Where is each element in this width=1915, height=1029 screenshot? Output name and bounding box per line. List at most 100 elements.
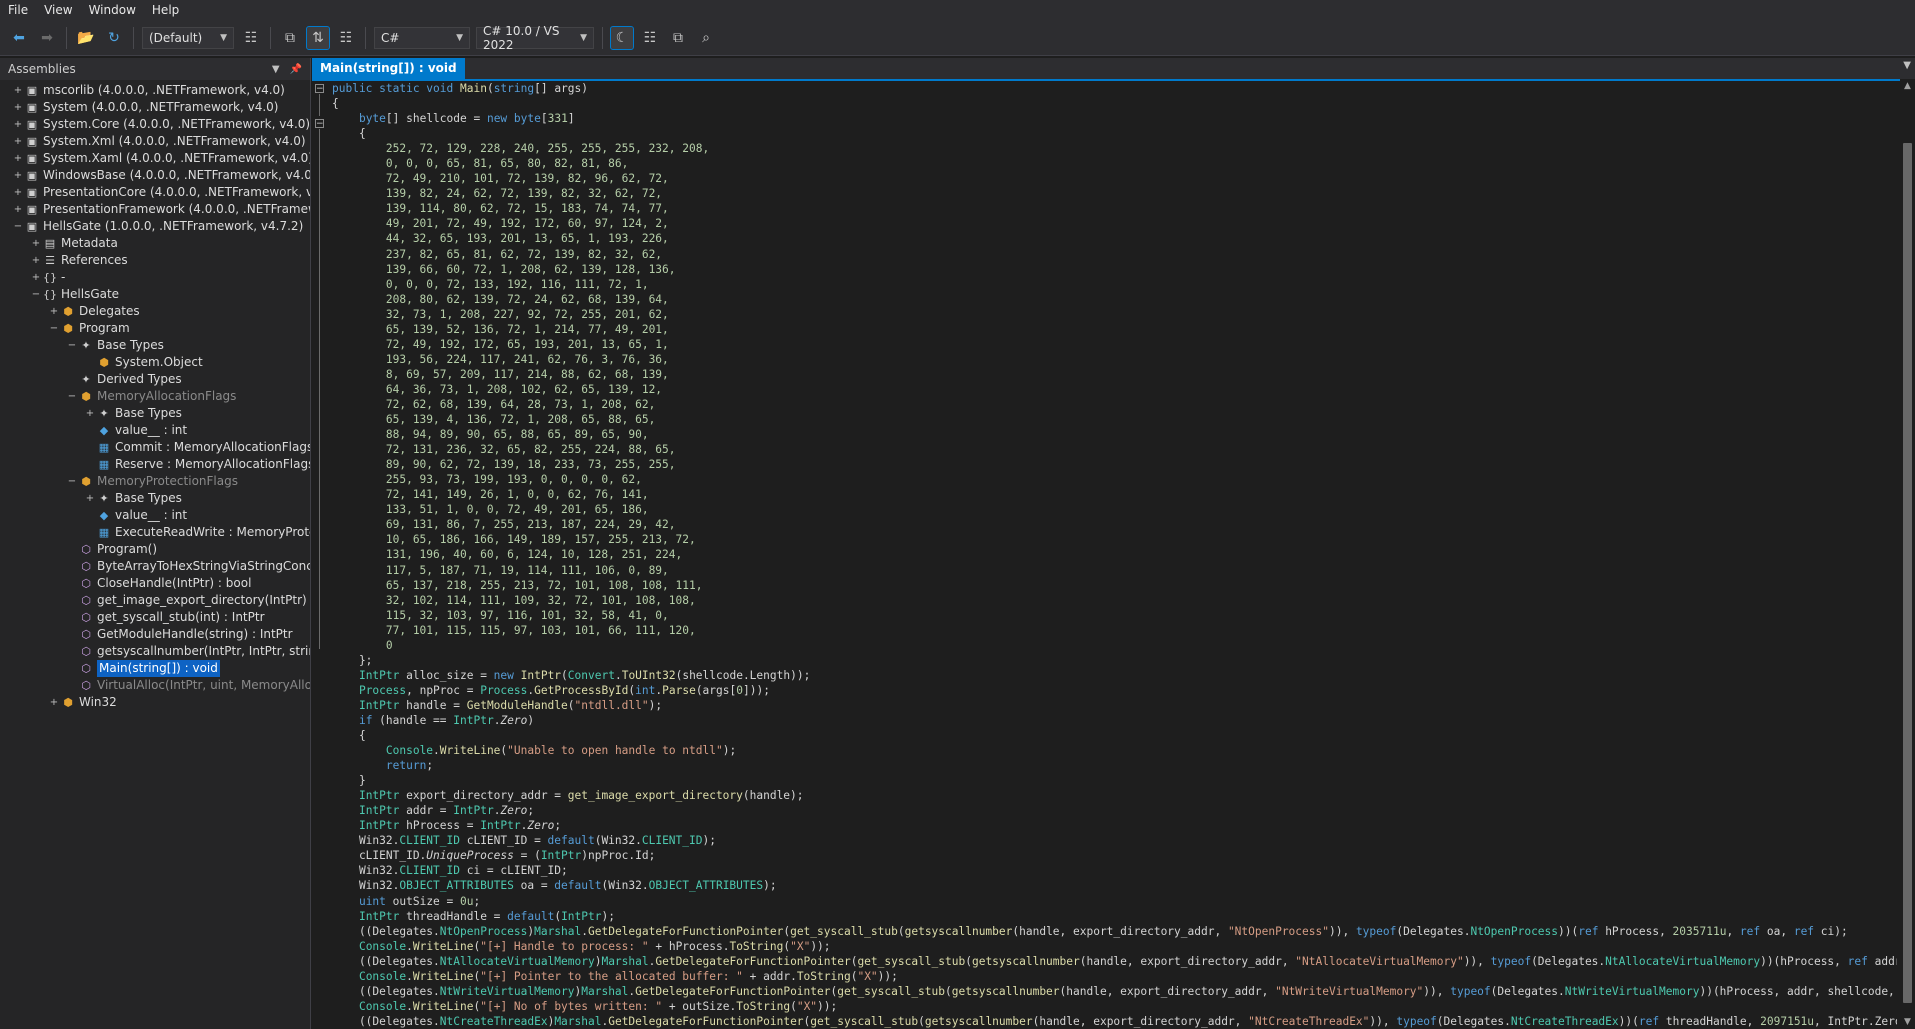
back-icon[interactable]: ⬅: [8, 27, 30, 49]
scroll-up-icon[interactable]: ▲: [1900, 79, 1915, 93]
menu-view[interactable]: View: [36, 0, 80, 20]
expand-icon[interactable]: +: [84, 490, 96, 507]
refresh-icon[interactable]: ↻: [103, 27, 125, 49]
code-line: 65, 139, 4, 136, 72, 1, 208, 65, 88, 65,: [332, 413, 656, 427]
expand-icon[interactable]: +: [30, 252, 42, 269]
expand-icon[interactable]: +: [12, 99, 24, 116]
tree-item-system-xml[interactable]: + ▣ System.Xml (4.0.0.0, .NETFramework, v4…: [0, 133, 310, 150]
tree-item-base-types-3[interactable]: + ✦ Base Types: [0, 490, 310, 507]
assembly-icon: ▣: [26, 169, 38, 182]
collapse-icon[interactable]: −: [48, 320, 60, 337]
tree-item-metadata[interactable]: + ▤ Metadata: [0, 235, 310, 252]
enum-member-icon: ▦: [98, 458, 110, 471]
expand-icon[interactable]: +: [12, 116, 24, 133]
collapse-icon[interactable]: −: [66, 388, 78, 405]
tree-item-memoryprotectionflags[interactable]: − ⬢ MemoryProtectionFlags: [0, 473, 310, 490]
tree-item-base-types-2[interactable]: + ✦ Base Types: [0, 405, 310, 422]
vertical-scrollbar[interactable]: ▲ ▼: [1900, 79, 1915, 1029]
tree-item-base-types[interactable]: − ✦ Base Types: [0, 337, 310, 354]
tree-item-getmodulehandle[interactable]: ⬡ GetModuleHandle(string) : IntPtr: [0, 626, 310, 643]
tree-item-get-syscall-stub[interactable]: ⬡ get_syscall_stub(int) : IntPtr: [0, 609, 310, 626]
theme-toggle-icon[interactable]: ☾: [610, 25, 634, 50]
tree-item-hellsgate-assembly[interactable]: − ▣ HellsGate (1.0.0.0, .NETFramework, v4.…: [0, 218, 310, 235]
show-hierarchy-icon[interactable]: ☷: [240, 27, 262, 49]
tree-item-label: Metadata: [61, 236, 118, 250]
menu-window[interactable]: Window: [81, 0, 144, 20]
language-version-combo[interactable]: C# 10.0 / VS 2022 ▼: [476, 24, 594, 52]
tree-item-commit[interactable]: ▦ Commit : MemoryAllocationFlags: [0, 439, 310, 456]
tree-item-system-core[interactable]: + ▣ System.Core (4.0.0.0, .NETFramework, v…: [0, 116, 310, 133]
tree-item-references[interactable]: + ☰ References: [0, 252, 310, 269]
collapse-icon[interactable]: −: [66, 473, 78, 490]
fold-toggle-icon[interactable]: −: [315, 119, 324, 129]
tree-item-value-field-2[interactable]: ◆ value__ : int: [0, 507, 310, 524]
tree-item-presentationframework[interactable]: + ▣ PresentationFramework (4.0.0.0, .NETFr…: [0, 201, 310, 218]
tree-item-empty-namespace[interactable]: +{} -: [0, 269, 310, 286]
collapse-icon[interactable]: −: [12, 218, 24, 235]
pin-icon[interactable]: 📌: [290, 64, 302, 75]
tree-item-system[interactable]: + ▣ System (4.0.0.0, .NETFramework, v4.0): [0, 99, 310, 116]
search-icon[interactable]: ⌕: [695, 27, 717, 49]
code-line: 64, 36, 73, 1, 208, 102, 62, 65, 139, 12…: [332, 382, 663, 396]
forward-icon[interactable]: ➡: [36, 27, 58, 49]
expand-icon[interactable]: +: [12, 133, 24, 150]
show-all-members-icon[interactable]: ⧉: [279, 27, 301, 49]
scrollbar-thumb[interactable]: [1903, 143, 1912, 1003]
open-folder-icon[interactable]: 📂: [75, 27, 97, 49]
decompile-options-icon[interactable]: ☷: [335, 27, 357, 49]
tab-main-method[interactable]: Main(string[]) : void: [312, 58, 465, 79]
expand-icon[interactable]: +: [12, 184, 24, 201]
tree-item-main[interactable]: ⬡ Main(string[]) : void: [0, 660, 310, 677]
tree-item-mscorlib[interactable]: + ▣ mscorlib (4.0.0.0, .NETFramework, v4.0…: [0, 82, 310, 99]
tree-item-get-image-export-directory[interactable]: ⬡ get_image_export_directory(IntPtr) : I: [0, 592, 310, 609]
scroll-down-icon[interactable]: ▼: [1900, 1015, 1915, 1029]
assembly-list-combo[interactable]: (Default) ▼: [142, 26, 234, 49]
tree-item-delegates[interactable]: + ⬢ Delegates: [0, 303, 310, 320]
tree-item-executereadwrite[interactable]: ▦ ExecuteReadWrite : MemoryProte: [0, 524, 310, 541]
tree-item-closehandle[interactable]: ⬡ CloseHandle(IntPtr) : bool: [0, 575, 310, 592]
tree-item-bytearraytohex[interactable]: ⬡ ByteArrayToHexStringViaStringConca: [0, 558, 310, 575]
menu-help[interactable]: Help: [144, 0, 187, 20]
tree-item-win32[interactable]: + ⬢ Win32: [0, 694, 310, 711]
tree-item-program-ctor[interactable]: ⬡ Program(): [0, 541, 310, 558]
collapse-icon[interactable]: −: [66, 337, 78, 354]
tree-item-memoryallocationflags[interactable]: − ⬢ MemoryAllocationFlags: [0, 388, 310, 405]
tree-item-program[interactable]: − ⬢ Program: [0, 320, 310, 337]
expand-icon[interactable]: +: [12, 82, 24, 99]
sort-icon[interactable]: ⇅: [306, 25, 330, 50]
tree-item-virtualalloc[interactable]: ⬡ VirtualAlloc(IntPtr, uint, MemoryAlloc: [0, 677, 310, 694]
chevron-down-icon[interactable]: ▼: [272, 64, 280, 75]
copy-icon[interactable]: ⧉: [667, 27, 689, 49]
fold-toggle-icon[interactable]: −: [315, 84, 324, 94]
menu-file[interactable]: File: [0, 0, 36, 20]
language-combo[interactable]: C# ▼: [374, 26, 470, 49]
class-icon: ⬢: [99, 356, 109, 369]
tree-item-getsyscallnumber[interactable]: ⬡ getsyscallnumber(IntPtr, IntPtr, string: [0, 643, 310, 660]
expand-icon[interactable]: +: [48, 303, 60, 320]
expand-icon[interactable]: +: [30, 269, 42, 286]
code-line: 0, 0, 0, 72, 133, 192, 116, 111, 72, 1,: [332, 277, 649, 291]
tree-item-presentationcore[interactable]: + ▣ PresentationCore (4.0.0.0, .NETFramewo…: [0, 184, 310, 201]
expand-icon[interactable]: +: [12, 150, 24, 167]
manage-assemblies-icon[interactable]: ☷: [639, 27, 661, 49]
tree-item-system-object[interactable]: ⬢ System.Object: [0, 354, 310, 371]
tree-item-value-field[interactable]: ◆ value__ : int: [0, 422, 310, 439]
tree-item-hellsgate-namespace[interactable]: −{} HellsGate: [0, 286, 310, 303]
code-line: Console.WriteLine("[+] No of bytes writt…: [358, 999, 838, 1013]
expand-icon[interactable]: +: [30, 235, 42, 252]
tree-item-reserve[interactable]: ▦ Reserve : MemoryAllocationFlags: [0, 456, 310, 473]
tab-list-dropdown-icon[interactable]: ▼: [1903, 60, 1911, 71]
tree-item-system-xaml[interactable]: + ▣ System.Xaml (4.0.0.0, .NETFramework, v…: [0, 150, 310, 167]
code-line: byte[] shellcode = new byte[331]: [358, 112, 575, 126]
tree-item-label: Delegates: [79, 304, 140, 318]
expand-icon[interactable]: +: [48, 694, 60, 711]
tree-item-derived-types[interactable]: ✦ Derived Types: [0, 371, 310, 388]
code-view[interactable]: − − public static void Main(string[] arg…: [312, 81, 1897, 1029]
expand-icon[interactable]: +: [12, 201, 24, 218]
code-line: 49, 201, 72, 49, 192, 172, 60, 97, 124, …: [332, 217, 669, 231]
code-line: 0: [332, 638, 393, 652]
collapse-icon[interactable]: −: [30, 286, 42, 303]
tree-item-windowsbase[interactable]: + ▣ WindowsBase (4.0.0.0, .NETFramework, v…: [0, 167, 310, 184]
expand-icon[interactable]: +: [12, 167, 24, 184]
expand-icon[interactable]: +: [84, 405, 96, 422]
